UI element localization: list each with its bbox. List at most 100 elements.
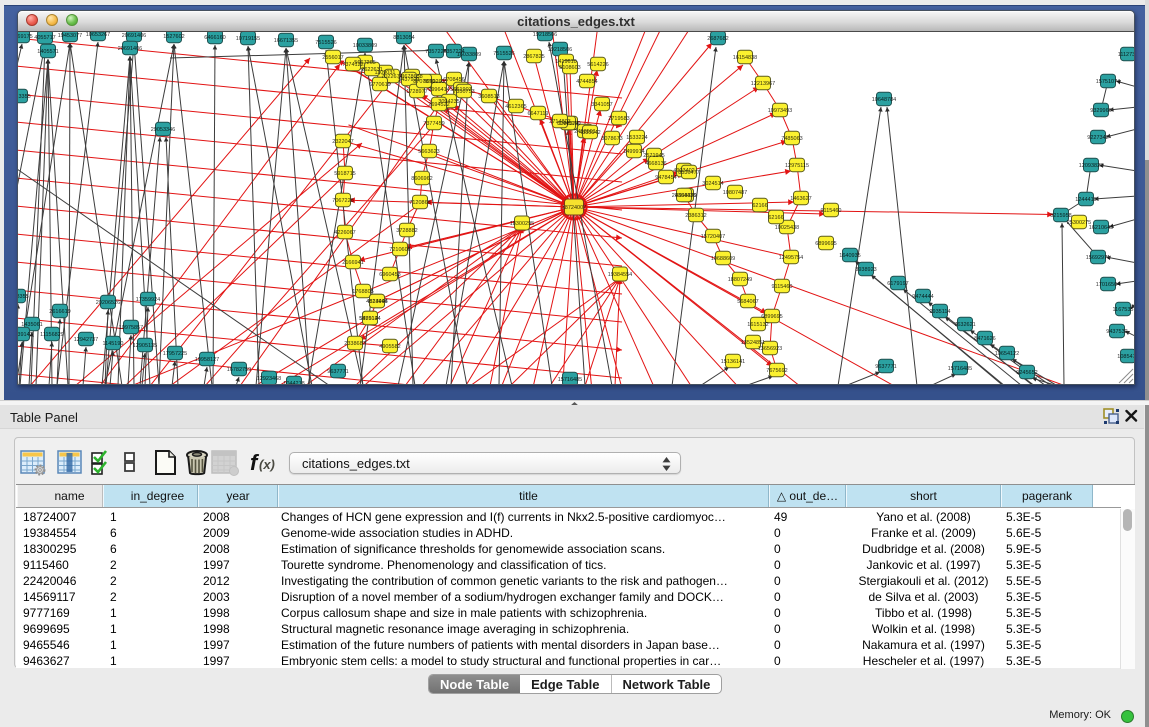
svg-text:4905582: 4905582 — [379, 344, 400, 350]
svg-text:6466160: 6466160 — [204, 35, 225, 41]
svg-text:9329966: 9329966 — [1090, 108, 1111, 114]
svg-text:20691406: 20691406 — [122, 33, 146, 39]
svg-text:8813054: 8813054 — [393, 35, 414, 41]
svg-text:1085472: 1085472 — [1117, 354, 1134, 360]
svg-text:6179197: 6179197 — [887, 281, 908, 287]
svg-text:17016504: 17016504 — [1096, 282, 1120, 288]
svg-text:17957225: 17957225 — [163, 351, 187, 357]
svg-text:10025438: 10025438 — [775, 225, 799, 231]
svg-text:7350753: 7350753 — [453, 89, 474, 95]
svg-text:1405571: 1405571 — [37, 49, 58, 55]
svg-text:6960453: 6960453 — [379, 272, 400, 278]
svg-text:12213967: 12213967 — [751, 81, 775, 87]
svg-text:9227342: 9227342 — [1087, 135, 1108, 141]
svg-text:10033809: 10033809 — [353, 43, 377, 49]
svg-text:15136141: 15136141 — [721, 359, 745, 365]
svg-text:10807487: 10807487 — [723, 190, 747, 196]
svg-text:2687682: 2687682 — [707, 36, 728, 42]
svg-text:7210606: 7210606 — [389, 247, 410, 253]
svg-text:5614226: 5614226 — [587, 62, 608, 68]
svg-text:12942737: 12942737 — [74, 337, 98, 343]
svg-text:9637771: 9637771 — [327, 369, 348, 375]
svg-text:3608513: 3608513 — [478, 94, 499, 100]
svg-text:10973493: 10973493 — [768, 108, 792, 114]
svg-text:10719155: 10719155 — [236, 36, 260, 42]
svg-text:5684067: 5684067 — [737, 299, 758, 305]
svg-text:1244419: 1244419 — [1075, 197, 1096, 203]
svg-text:10975857: 10975857 — [119, 325, 143, 331]
svg-text:15751074: 15751074 — [1096, 79, 1120, 85]
svg-text:1728977: 1728977 — [406, 89, 427, 95]
svg-text:2867825: 2867825 — [523, 54, 544, 60]
svg-text:3341057: 3341057 — [591, 102, 612, 108]
svg-text:1239143: 1239143 — [18, 332, 33, 338]
svg-text:8078673: 8078673 — [601, 136, 622, 142]
svg-text:4335942: 4335942 — [579, 130, 600, 136]
svg-text:7067228: 7067228 — [332, 198, 353, 204]
svg-text:16671355: 16671355 — [274, 38, 298, 44]
svg-text:5663623: 5663623 — [418, 149, 439, 155]
svg-text:1533224: 1533224 — [626, 135, 647, 141]
svg-text:15716485: 15716485 — [558, 377, 582, 383]
svg-text:2616619: 2616619 — [49, 309, 70, 315]
svg-text:10648784: 10648784 — [872, 97, 896, 103]
svg-text:1768805: 1768805 — [352, 289, 373, 295]
svg-text:62166: 62166 — [768, 215, 783, 221]
svg-text:1613355: 1613355 — [18, 294, 29, 300]
svg-text:12093822: 12093822 — [1079, 163, 1103, 169]
svg-text:7485063: 7485063 — [781, 136, 802, 142]
svg-text:2694522: 2694522 — [428, 102, 449, 108]
svg-text:1145190: 1145190 — [102, 341, 123, 347]
svg-text:16782759: 16782759 — [227, 367, 251, 373]
svg-text:12975115: 12975115 — [785, 163, 809, 169]
svg-text:11156829: 11156829 — [40, 332, 64, 338]
svg-text:20206526: 20206526 — [96, 300, 120, 306]
svg-text:2338687: 2338687 — [344, 341, 365, 347]
svg-text:4744854: 4744854 — [576, 79, 597, 85]
svg-text:2571945: 2571945 — [643, 153, 664, 159]
svg-text:13524851: 13524851 — [741, 340, 765, 346]
svg-text:8938923: 8938923 — [855, 267, 876, 273]
svg-text:1463627: 1463627 — [790, 196, 811, 202]
svg-text:8471626: 8471626 — [974, 336, 995, 342]
svg-text:7515526: 7515526 — [493, 51, 514, 57]
svg-text:9437532: 9437532 — [1106, 329, 1127, 335]
svg-text:2556017: 2556017 — [322, 55, 343, 61]
svg-text:15720407: 15720407 — [701, 234, 725, 240]
svg-text:5108603: 5108603 — [559, 65, 580, 71]
svg-text:10688609: 10688609 — [711, 256, 735, 262]
svg-text:8536477: 8536477 — [678, 170, 699, 176]
svg-text:8606962: 8606962 — [411, 176, 432, 182]
svg-text:18724007: 18724007 — [562, 205, 586, 211]
svg-text:4514944: 4514944 — [366, 299, 387, 305]
svg-text:2935114: 2935114 — [929, 309, 950, 315]
svg-text:1435061: 1435061 — [21, 322, 42, 328]
svg-text:(x): (x) — [259, 457, 275, 472]
svg-text:9115460: 9115460 — [820, 208, 841, 214]
svg-text:2166941: 2166941 — [342, 260, 363, 266]
svg-text:5918715: 5918715 — [334, 171, 355, 177]
svg-text:13656923: 13656923 — [758, 346, 782, 352]
svg-text:16154838: 16154838 — [733, 55, 757, 61]
svg-text:10958127: 10958127 — [195, 357, 219, 363]
svg-text:6899695: 6899695 — [761, 314, 782, 320]
svg-text:1613355: 1613355 — [18, 94, 31, 100]
svg-text:1167535: 1167535 — [1112, 307, 1133, 313]
svg-text:6708456: 6708456 — [443, 77, 464, 83]
svg-text:20691406: 20691406 — [118, 46, 142, 52]
svg-text:7675692: 7675692 — [766, 368, 787, 374]
svg-text:4612365: 4612365 — [505, 104, 526, 110]
svg-text:5479144: 5479144 — [359, 316, 380, 322]
svg-text:6770619: 6770619 — [369, 82, 390, 88]
svg-text:19453077: 19453077 — [58, 33, 82, 39]
svg-text:9996414: 9996414 — [428, 87, 449, 93]
svg-text:19218506: 19218506 — [533, 32, 557, 38]
svg-text:10653267: 10653267 — [86, 32, 110, 38]
svg-text:1527602: 1527602 — [163, 34, 184, 40]
svg-text:1640935: 1640935 — [839, 253, 860, 259]
svg-text:7632621: 7632621 — [954, 322, 975, 328]
svg-text:4668136: 4668136 — [645, 161, 666, 167]
svg-text:3024514: 3024514 — [702, 181, 723, 187]
svg-text:12495754: 12495754 — [779, 255, 803, 261]
svg-text:2386312: 2386312 — [685, 213, 706, 219]
